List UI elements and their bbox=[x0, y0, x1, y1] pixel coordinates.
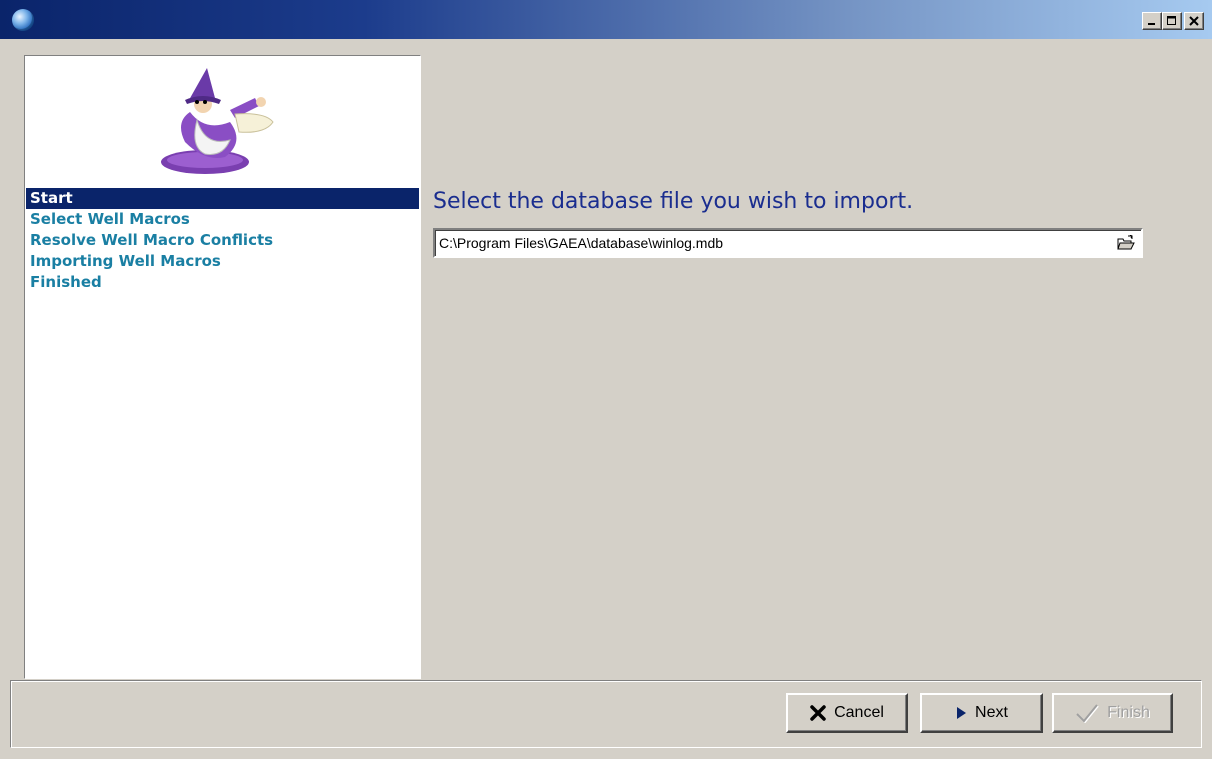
wizard-steps-list: Start Select Well Macros Resolve Well Ma… bbox=[26, 188, 419, 293]
database-path-field bbox=[433, 228, 1143, 258]
next-label: Next bbox=[975, 704, 1008, 721]
finish-label: Finish bbox=[1107, 704, 1150, 721]
play-arrow-icon bbox=[957, 707, 967, 719]
title-bar[interactable] bbox=[0, 0, 1212, 39]
maximize-button[interactable] bbox=[1162, 12, 1182, 30]
step-select-well-macros[interactable]: Select Well Macros bbox=[26, 209, 419, 230]
database-path-input[interactable] bbox=[439, 232, 1099, 254]
step-start[interactable]: Start bbox=[26, 188, 419, 209]
step-resolve-conflicts[interactable]: Resolve Well Macro Conflicts bbox=[26, 230, 419, 251]
finish-button[interactable]: Finish bbox=[1052, 693, 1173, 733]
checkmark-icon bbox=[1076, 704, 1099, 723]
close-icon bbox=[1189, 16, 1199, 26]
close-button[interactable] bbox=[1184, 12, 1204, 30]
open-folder-icon bbox=[1117, 235, 1135, 250]
cancel-label: Cancel bbox=[834, 704, 884, 721]
x-icon bbox=[810, 705, 826, 721]
wizard-mascot-icon bbox=[161, 68, 274, 174]
page-prompt: Select the database file you wish to imp… bbox=[433, 189, 914, 214]
browse-button[interactable] bbox=[1114, 232, 1138, 254]
window-controls bbox=[1142, 12, 1204, 30]
wizard-steps-panel: Start Select Well Macros Resolve Well Ma… bbox=[24, 55, 421, 679]
cancel-button[interactable]: Cancel bbox=[786, 693, 908, 733]
step-importing-well-macros[interactable]: Importing Well Macros bbox=[26, 251, 419, 272]
next-button[interactable]: Next bbox=[920, 693, 1043, 733]
step-finished[interactable]: Finished bbox=[26, 272, 419, 293]
globe-app-icon[interactable] bbox=[12, 9, 34, 31]
minimize-icon bbox=[1148, 23, 1155, 25]
maximize-icon bbox=[1167, 16, 1176, 25]
minimize-button[interactable] bbox=[1142, 12, 1162, 30]
